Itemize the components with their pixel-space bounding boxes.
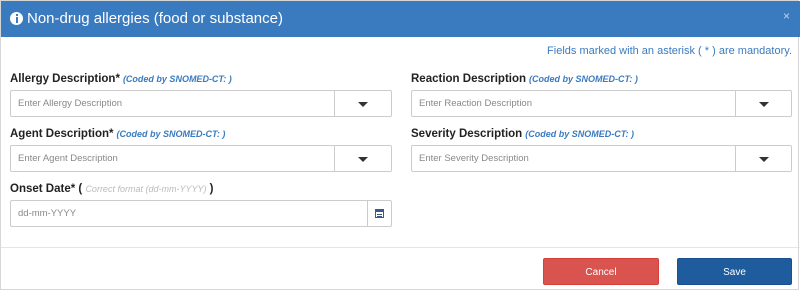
caret-down-icon <box>358 156 368 162</box>
info-icon <box>10 12 23 25</box>
allergy-description-input[interactable]: Enter Allergy Description <box>10 90 335 117</box>
allergy-dropdown-button[interactable] <box>334 90 392 117</box>
save-button[interactable]: Save <box>677 258 792 285</box>
cancel-button[interactable]: Cancel <box>543 258 659 285</box>
onset-date-input[interactable]: dd-mm-YYYY <box>10 200 368 227</box>
modal-header: Non-drug allergies (food or substance) × <box>1 1 800 37</box>
coded-by-snomed: (Coded by SNOMED-CT: ) <box>116 129 226 139</box>
severity-label-text: Severity Description <box>411 128 523 140</box>
onset-date-label: Onset Date* ( Correct format (dd-mm-YYYY… <box>10 183 214 195</box>
required-asterisk: * <box>115 73 120 85</box>
allergy-label-text: Allergy Description <box>10 73 116 85</box>
onset-label-text: Onset Date <box>10 183 71 195</box>
modal-title: Non-drug allergies (food or substance) <box>27 10 283 27</box>
allergy-description-label: Allergy Description* (Coded by SNOMED-CT:… <box>10 73 232 85</box>
calendar-button[interactable] <box>367 200 392 227</box>
footer-divider <box>1 247 800 248</box>
reaction-description-label: Reaction Description (Coded by SNOMED-CT:… <box>411 73 638 85</box>
reaction-label-text: Reaction Description <box>411 73 527 85</box>
agent-description-label: Agent Description* (Coded by SNOMED-CT: ) <box>10 128 225 140</box>
coded-by-snomed: (Coded by SNOMED-CT: ) <box>525 129 635 139</box>
reaction-dropdown-button[interactable] <box>735 90 792 117</box>
severity-dropdown-button[interactable] <box>735 145 792 172</box>
close-icon[interactable]: × <box>783 9 790 23</box>
severity-description-label: Severity Description (Coded by SNOMED-CT:… <box>411 128 634 140</box>
mandatory-note: Fields marked with an asterisk ( * ) are… <box>547 45 792 57</box>
reaction-description-input[interactable]: Enter Reaction Description <box>411 90 736 117</box>
severity-description-input[interactable]: Enter Severity Description <box>411 145 736 172</box>
paren-close: ) <box>206 183 214 195</box>
paren-open: ( <box>75 183 83 195</box>
agent-dropdown-button[interactable] <box>334 145 392 172</box>
caret-down-icon <box>358 101 368 107</box>
caret-down-icon <box>758 101 769 107</box>
coded-by-snomed: (Coded by SNOMED-CT: ) <box>529 74 638 84</box>
agent-description-input[interactable]: Enter Agent Description <box>10 145 335 172</box>
calendar-icon <box>375 209 384 218</box>
required-asterisk: * <box>109 128 114 140</box>
agent-label-text: Agent Description <box>10 128 110 140</box>
caret-down-icon <box>758 156 769 162</box>
non-drug-allergies-modal: Non-drug allergies (food or substance) ×… <box>0 0 800 290</box>
coded-by-snomed: (Coded by SNOMED-CT: ) <box>122 74 232 84</box>
date-format-hint: Correct format (dd-mm-YYYY) <box>85 184 207 194</box>
